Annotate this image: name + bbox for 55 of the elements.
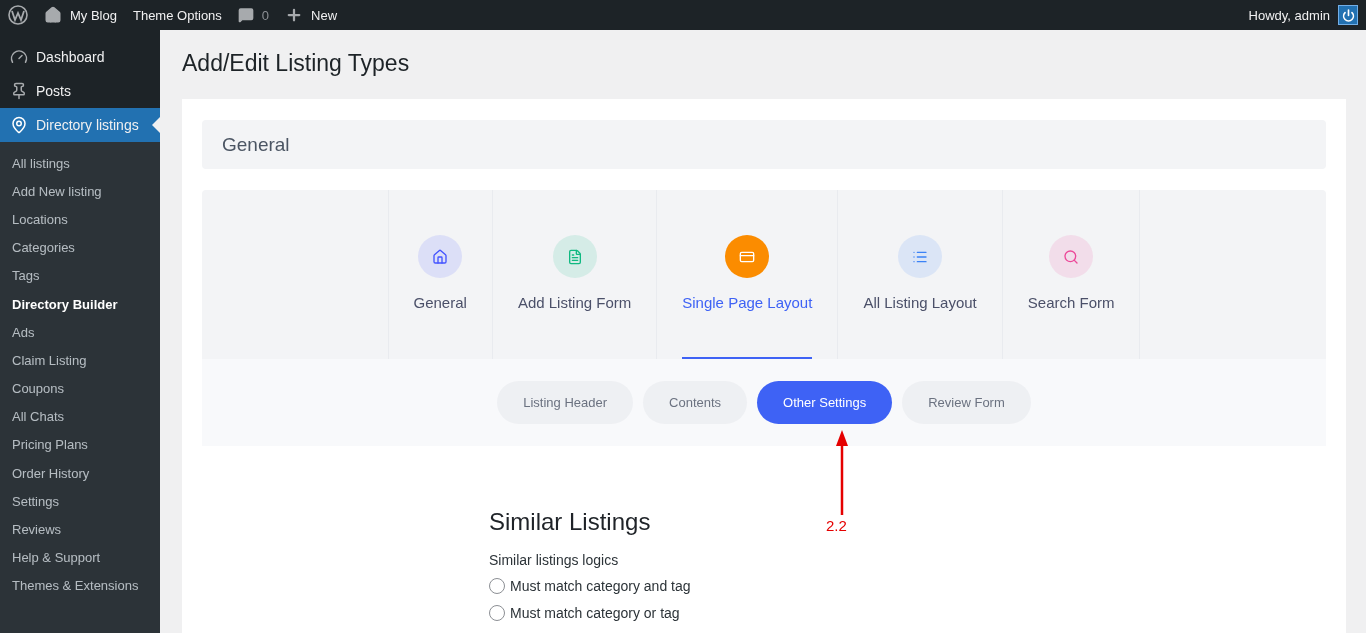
submenu-item[interactable]: Add New listing [0,177,160,206]
wordpress-logo-icon[interactable] [8,5,28,25]
site-link[interactable]: My Blog [44,6,117,24]
subtab-button[interactable]: Listing Header [497,381,634,424]
radio-option[interactable]: Must match category and tag [489,572,691,599]
subtab-button[interactable]: Contents [643,381,748,424]
section-title: Similar Listings [489,508,651,536]
submenu-item[interactable]: All listings [0,149,160,178]
search-icon [1063,248,1080,265]
submenu-item[interactable]: Help & Support [0,543,160,572]
builder-tab[interactable]: Search Form [1002,190,1141,359]
sidebar-item[interactable]: Dashboard [0,40,160,74]
comment-icon [237,7,254,23]
radio-button[interactable] [489,604,505,621]
page-title: Add/Edit Listing Types [182,50,411,77]
submenu-item[interactable]: Tags [0,261,160,290]
builder-tab[interactable]: Add Listing Form [492,190,658,359]
subtab-button[interactable]: Review Form [902,381,1031,424]
submenu-item[interactable]: All Chats [0,402,160,431]
builder-tab[interactable]: All Listing Layout [838,190,1003,359]
submenu-item[interactable]: Pricing Plans [0,430,160,460]
submenu-item[interactable]: Themes & Extensions [0,571,160,600]
submenu-item[interactable]: Ads [0,318,160,347]
power-icon[interactable] [1338,5,1358,25]
home-icon [432,248,449,265]
submenu-item[interactable]: Directory Builder [0,289,160,319]
map-pin-icon [10,116,28,134]
submenu-item[interactable]: Categories [0,233,160,262]
new-link[interactable]: New [285,6,338,24]
submenu-item[interactable]: Reviews [0,515,160,544]
greeting[interactable]: Howdy, admin [1248,7,1330,23]
submenu-item[interactable]: Settings [0,487,160,516]
pin-icon [10,82,28,100]
document-icon [566,248,583,265]
field-label: Similar listings logics [489,552,619,568]
gauge-icon [10,48,28,66]
submenu-item[interactable]: Coupons [0,374,160,403]
radio-option[interactable]: Must match category or tag [489,599,680,626]
submenu-item[interactable]: Locations [0,205,160,234]
builder-tab[interactable]: General [387,190,493,359]
sidebar-item[interactable]: Posts [0,74,160,108]
current-caret [152,117,160,133]
theme-options-link[interactable]: Theme Options [132,7,222,23]
submenu-item[interactable]: Claim Listing [0,346,160,375]
comments-link[interactable]: 0 [237,7,270,23]
new-label: New [311,7,338,23]
annotation-label: 2.2 [826,517,847,534]
home-icon [44,6,62,24]
comments-count: 0 [261,7,270,23]
site-name[interactable]: My Blog [70,7,117,23]
subtab-button[interactable]: Other Settings [757,381,893,424]
sidebar-item[interactable]: Directory listings [0,108,160,142]
radio-button[interactable] [489,577,505,594]
submenu-item[interactable]: Order History [0,459,160,488]
section-header: General [202,120,1326,169]
